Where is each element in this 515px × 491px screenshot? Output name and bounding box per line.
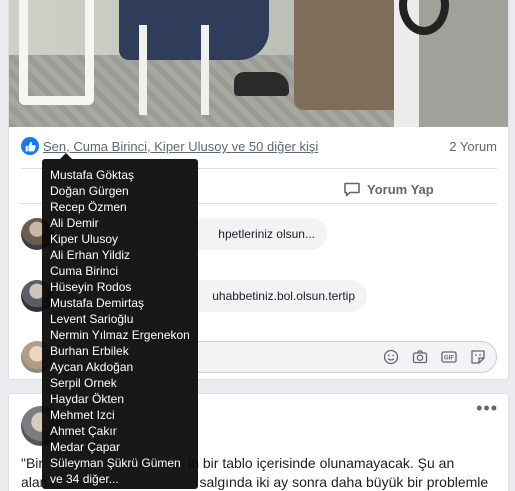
liker-name: Ahmet Çakır [50,424,117,438]
liker-name: Mehmet Izci [50,408,115,422]
liker-name: Burhan Erbilek [50,344,129,358]
liker-name: Recep Özmen [50,200,127,214]
reactions-bar: Sen, Cuma Birinci, Kiper Ulusoy ve 50 di… [21,137,497,157]
liker-name: Medar Çapar [50,440,121,454]
camera-icon[interactable] [412,349,428,365]
comment-icon [344,182,360,197]
liker-name: Cuma Birinci [50,264,119,278]
comment-text: hpetleriniz olsun... [218,227,315,241]
likers-tooltip: Mustafa Göktaş Doğan Gürgen Recep Özmen … [42,153,198,489]
post-photo[interactable] [9,0,508,127]
more-options-icon[interactable]: ••• [476,399,498,417]
liker-name: Mustafa Demirtaş [50,296,145,310]
liker-name: Doğan Gürgen [50,184,129,198]
emoji-icon[interactable] [383,349,399,365]
post-text-line1-suffix: in bir tablo içerisinde olunamayacak. Şu… [188,455,455,471]
liker-name: Aycan Akdoğan [50,360,134,374]
gif-icon[interactable]: GIF [441,349,457,365]
comment-text: uhabbetiniz.bol.olsun.tertip [212,289,355,303]
liker-name: Kiper Ulusoy [50,232,119,246]
gif-icon-label: GIF [444,356,454,362]
liker-name: Süleyman Şükrü Gümen [50,456,181,470]
comment-count-link[interactable]: 2 Yorum [449,139,497,154]
liker-name: Ali Demir [50,216,99,230]
comment-button[interactable]: Yorum Yap [343,180,434,198]
liker-name: Haydar Ökten [50,392,125,406]
liker-name: Mustafa Göktaş [50,168,135,182]
comment-tools: GIF [383,349,486,365]
liker-name: Nermin Yılmaz Ergenekon [50,328,190,342]
post-text-line2-suffix: salgında iki ay sonra daha büyük bir pro… [199,474,489,490]
comment-button-label: Yorum Yap [367,181,434,197]
liker-name: Hüseyin Rodos [50,280,132,294]
post-text-line1-prefix: "Bir [21,455,44,471]
liker-name: Ali Erhan Yildiz [50,248,131,262]
sticker-icon[interactable] [470,349,486,365]
liker-name: Serpil Ornek [50,376,117,390]
likers-link[interactable]: Sen, Cuma Birinci, Kiper Ulusoy ve 50 di… [43,139,318,154]
liker-name: Levent Sarioğlu [50,312,134,326]
like-reaction-icon[interactable] [21,137,39,155]
liker-more: ve 34 diğer... [50,472,119,486]
